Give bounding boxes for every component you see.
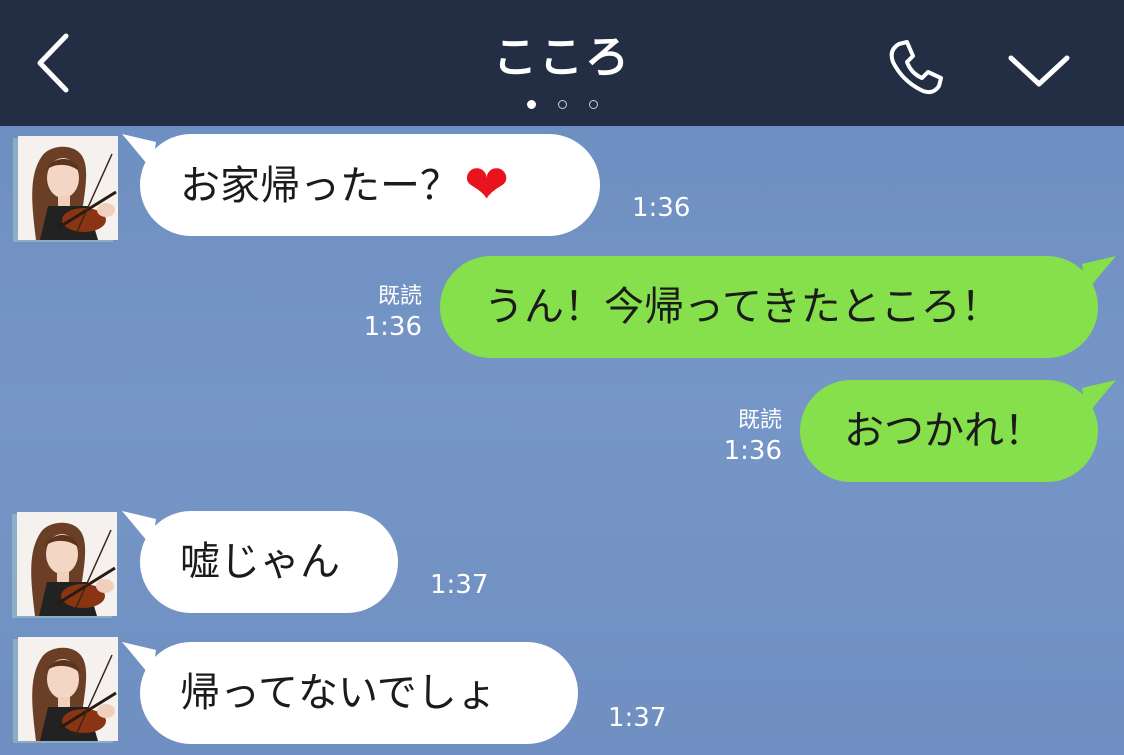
phone-icon — [889, 40, 943, 95]
message-bubble-incoming[interactable]: お家帰ったー？❤ — [122, 134, 600, 236]
chat-header: こころ — [0, 0, 1124, 126]
chat-title: こころ — [493, 32, 631, 83]
page-dot — [557, 100, 567, 109]
heart-icon: ❤ — [464, 153, 510, 216]
avatar[interactable] — [18, 136, 118, 240]
chat-area[interactable]: お家帰ったー？❤ 1:36 既読 1:36 うん！今帰ってきたところ！ 既読 1… — [0, 126, 1124, 755]
chevron-down-icon — [1008, 55, 1070, 87]
call-button[interactable] — [885, 36, 947, 98]
page-dot — [588, 100, 598, 109]
message-bubble-incoming[interactable]: 帰ってないでしょ — [122, 642, 578, 744]
bubble-tail — [122, 134, 156, 170]
message-text: おつかれ！ — [844, 408, 1044, 454]
read-receipt: 既読 — [377, 284, 422, 309]
message-time: 1:37 — [608, 703, 667, 733]
message-text: お家帰ったー？ — [180, 163, 460, 209]
message-bubble-incoming[interactable]: 嘘じゃん — [122, 511, 398, 613]
bubble-tail — [1082, 256, 1116, 292]
message-bubble-outgoing[interactable]: うん！今帰ってきたところ！ — [440, 256, 1116, 358]
message-text: うん！今帰ってきたところ！ — [484, 284, 1001, 330]
message-time: 1:36 — [632, 193, 691, 223]
avatar[interactable] — [17, 512, 117, 616]
message-bubble-outgoing[interactable]: おつかれ！ — [800, 380, 1116, 482]
page-dot — [526, 100, 536, 109]
page-indicator — [0, 98, 1124, 110]
read-receipt: 既読 — [737, 408, 782, 433]
message-time: 1:36 — [723, 436, 782, 466]
avatar[interactable] — [18, 637, 118, 741]
message-meta: 既読 1:36 — [690, 407, 782, 467]
menu-button[interactable] — [1005, 48, 1073, 92]
bubble-tail — [122, 511, 156, 547]
message-time: 1:36 — [363, 312, 422, 342]
bubble-tail — [122, 642, 156, 678]
message-text: 嘘じゃん — [180, 539, 340, 585]
bubble-tail — [1082, 380, 1116, 416]
message-meta: 既読 1:36 — [330, 283, 422, 343]
message-text: 帰ってないでしょ — [180, 670, 497, 716]
message-time: 1:37 — [430, 570, 489, 600]
